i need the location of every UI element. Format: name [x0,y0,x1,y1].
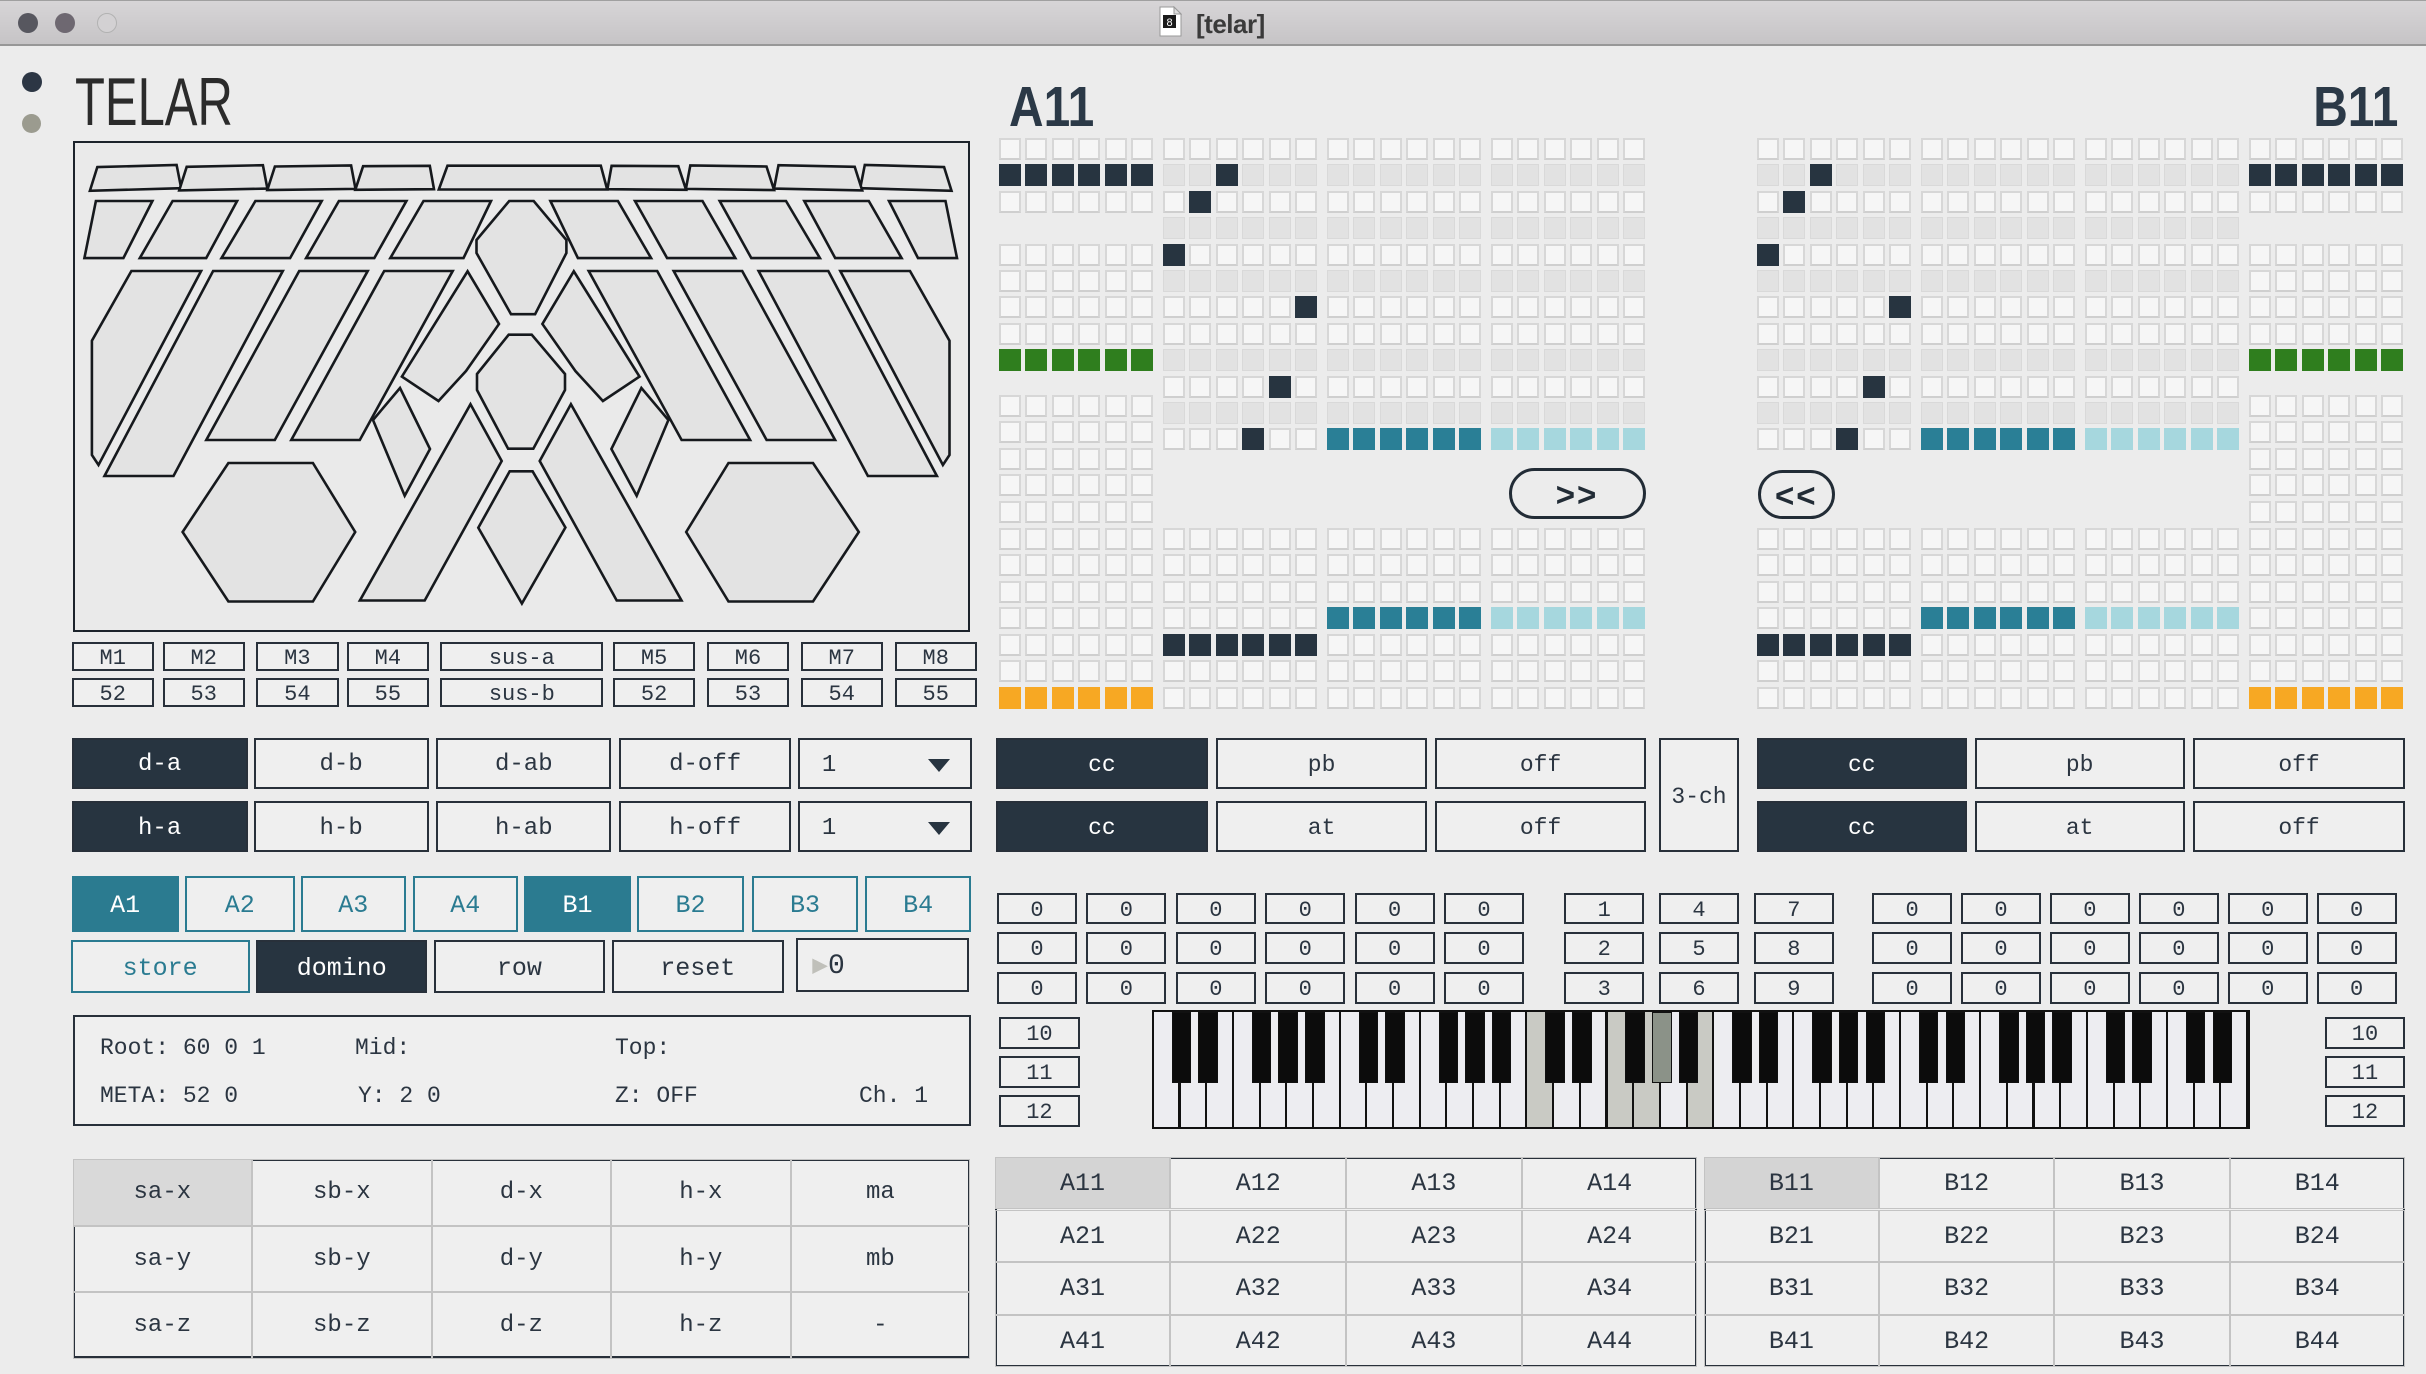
svg-text:8: 8 [1166,17,1172,29]
